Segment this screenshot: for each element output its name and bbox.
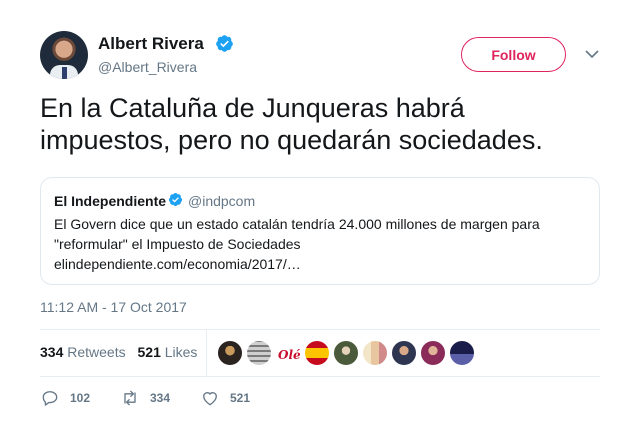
liker-avatar[interactable]: Olé (275, 340, 301, 366)
quoted-author-handle: @indpcom (188, 193, 256, 209)
follow-button[interactable]: Follow (461, 37, 566, 72)
author-avatar[interactable] (40, 31, 88, 79)
retweet-action[interactable]: 334 (120, 388, 170, 408)
tweet-text-line: En la Cataluña de Junqueras habrá (40, 93, 465, 123)
likes-count: 521 (137, 344, 161, 360)
divider (40, 376, 600, 377)
liker-avatar[interactable] (362, 340, 388, 366)
verified-badge-icon (216, 35, 233, 52)
liker-avatar[interactable] (449, 340, 475, 366)
engagement-stats: 334 Retweets 521 Likes (40, 344, 205, 360)
quoted-link[interactable]: elindependiente.com/economia/2017/… (54, 254, 574, 274)
retweets-count: 334 (40, 344, 64, 360)
reply-count: 102 (70, 391, 91, 405)
likes-label: Likes (164, 344, 198, 360)
quoted-text-line: El Govern dice que un estado catalán ten… (54, 216, 540, 232)
quoted-tweet-card[interactable]: El Independiente @indpcom El Govern dice… (40, 177, 600, 285)
retweets-label: Retweets (67, 344, 126, 360)
verified-badge-icon (168, 192, 183, 207)
avatar-tie (62, 67, 67, 79)
retweet-count: 334 (150, 391, 171, 405)
liker-avatar[interactable] (391, 340, 417, 366)
quoted-author-name: El Independiente (54, 193, 167, 209)
quoted-text-line: "reformular" el Impuesto de Sociedades (54, 236, 301, 252)
liker-avatar[interactable] (333, 340, 359, 366)
liker-avatar[interactable] (246, 340, 272, 366)
author-name[interactable]: Albert Rivera (98, 34, 204, 54)
svg-text:Olé: Olé (278, 348, 301, 362)
tweet-text-line: impuestos, pero no quedarán sociedades. (40, 125, 543, 155)
ole-logo-icon: Olé (278, 348, 301, 362)
reply-icon (42, 391, 58, 406)
divider (40, 329, 600, 330)
tweet-text: En la Cataluña de Junqueras habrá impues… (40, 92, 600, 156)
retweets-stat[interactable]: 334 Retweets (40, 344, 126, 360)
like-action[interactable]: 521 (200, 388, 250, 408)
quoted-tweet-text: El Govern dice que un estado catalán ten… (54, 214, 574, 274)
author-handle[interactable]: @Albert_Rivera (98, 59, 197, 75)
like-count: 521 (230, 391, 251, 405)
chevron-down-icon[interactable] (584, 48, 600, 60)
retweet-icon (124, 390, 136, 406)
liker-avatar[interactable] (217, 340, 243, 366)
likes-stat[interactable]: 521 Likes (138, 344, 198, 360)
tweet-timestamp[interactable]: 11:12 AM - 17 Oct 2017 (40, 299, 187, 315)
reply-action[interactable]: 102 (40, 388, 90, 408)
liker-avatar[interactable] (420, 340, 446, 366)
liker-avatar[interactable] (304, 340, 330, 366)
divider (206, 330, 207, 376)
heart-icon (203, 392, 217, 406)
